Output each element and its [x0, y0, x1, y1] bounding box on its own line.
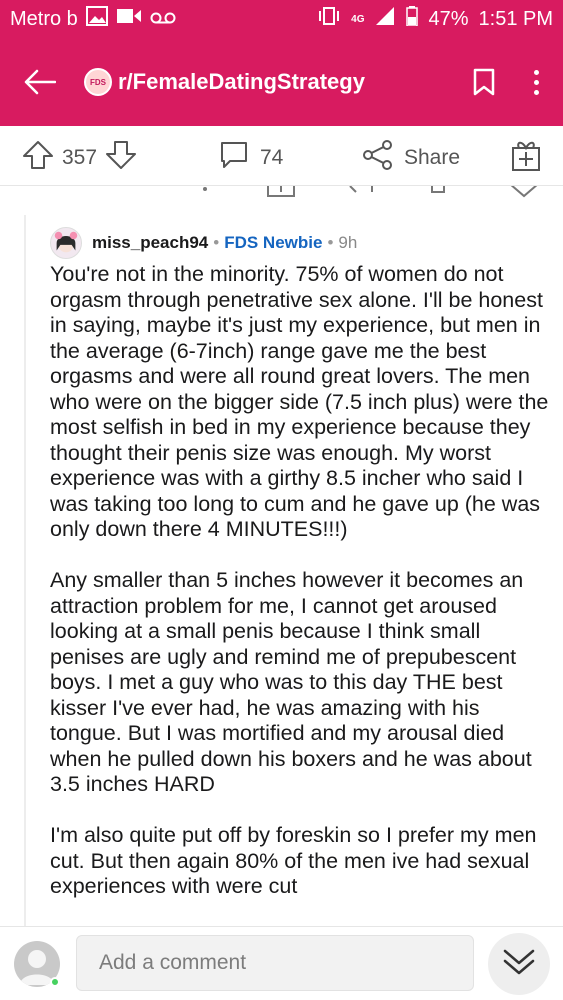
comment-header: miss_peach94 • FDS Newbie • 9h	[50, 227, 357, 259]
add-comment-placeholder: Add a comment	[99, 951, 247, 974]
share-icon	[362, 140, 394, 176]
comment-body: You're not in the minority. 75% of women…	[50, 262, 550, 925]
share-label: Share	[404, 146, 461, 169]
downvote-icon[interactable]	[105, 140, 137, 176]
comment-paragraph: Any smaller than 5 inches however it bec…	[50, 568, 532, 796]
vote-count: 357	[62, 146, 98, 169]
status-bar: Metro b 4G 47% 1:51 PM	[0, 0, 563, 38]
comment-count: 74	[260, 146, 284, 169]
user-avatar[interactable]	[50, 227, 82, 259]
app-bar: FDS r/FemaleDatingStrategy	[0, 38, 563, 126]
comment-bubble-icon	[218, 140, 250, 176]
add-comment-input[interactable]: Add a comment	[76, 935, 474, 991]
share-button[interactable]: Share	[362, 140, 460, 176]
battery-icon	[406, 6, 419, 32]
gift-icon	[510, 138, 542, 178]
subreddit-title[interactable]: r/FemaleDatingStrategy	[118, 69, 365, 95]
comment-paragraph: I'm also quite put off by foreskin so I …	[50, 823, 537, 898]
subreddit-icon[interactable]: FDS	[84, 68, 112, 96]
vibrate-icon	[317, 6, 341, 32]
comment-paragraph: You're not in the minority. 75% of women…	[50, 262, 549, 541]
clock: 1:51 PM	[478, 7, 553, 30]
network-type: 4G	[351, 13, 365, 25]
upvote-icon[interactable]	[22, 140, 54, 176]
more-options-icon[interactable]	[531, 64, 541, 100]
carrier-name: Metro b	[10, 7, 78, 30]
voicemail-icon	[150, 8, 176, 31]
back-arrow-icon[interactable]	[22, 64, 58, 100]
comment-composer: Add a comment	[0, 926, 563, 1000]
separator-dot: •	[327, 233, 334, 252]
battery-percent: 47%	[428, 7, 469, 30]
separator-dot: •	[213, 233, 220, 252]
double-chevron-down-icon	[502, 947, 536, 982]
post-action-bar: 357 74 Share	[0, 126, 563, 186]
comment-time: 9h	[338, 233, 358, 252]
user-flair: FDS Newbie	[224, 233, 323, 252]
bookmark-icon[interactable]	[469, 64, 499, 100]
thread-line	[24, 215, 26, 930]
video-notification-icon	[116, 7, 142, 31]
signal-icon	[374, 6, 396, 32]
comments-button[interactable]: 74	[218, 140, 283, 176]
online-status-dot	[50, 977, 60, 987]
vote-group: 357	[22, 140, 137, 176]
award-button[interactable]	[510, 138, 542, 178]
image-notification-icon	[85, 6, 108, 32]
collapse-threads-button[interactable]	[488, 933, 550, 995]
previous-comment-actions-clipped	[0, 186, 563, 202]
comment-username[interactable]: miss_peach94	[92, 233, 208, 253]
subreddit-icon-text: FDS	[90, 77, 106, 87]
